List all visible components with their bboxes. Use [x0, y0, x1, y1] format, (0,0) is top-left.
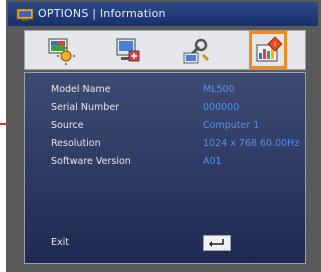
info-value: Computer 1 — [203, 120, 260, 131]
screen-setup-icon — [113, 35, 143, 65]
osd-window: OPTIONS | Information ! Model Name ML500… — [6, 0, 321, 272]
info-value: ML500 — [203, 84, 235, 95]
info-label: Software Version — [51, 156, 131, 167]
information-icon: ! — [253, 35, 283, 65]
info-panel: Model Name ML500 Serial Number 000000 So… — [24, 72, 306, 264]
info-label: Serial Number — [51, 102, 120, 113]
info-row-serial-number: Serial Number 000000 — [25, 100, 305, 116]
title-bar: OPTIONS | Information — [8, 2, 318, 26]
monitor-icon — [16, 7, 34, 21]
info-value: 000000 — [203, 102, 240, 113]
edge-marker — [0, 123, 8, 125]
info-label: Model Name — [51, 84, 111, 95]
tab-information[interactable]: ! — [249, 31, 287, 69]
exit-label: Exit — [51, 237, 69, 248]
tab-display[interactable] — [45, 35, 75, 65]
tab-settings[interactable] — [181, 35, 211, 65]
info-row-resolution: Resolution 1024 x 768 60.00Hz — [25, 136, 305, 152]
info-value: 1024 x 768 60.00Hz — [203, 138, 300, 149]
tab-screen[interactable] — [113, 35, 143, 65]
info-label: Resolution — [51, 138, 101, 149]
info-row-source: Source Computer 1 — [25, 118, 305, 134]
enter-key-icon — [204, 236, 230, 250]
display-adjust-icon — [45, 35, 75, 65]
info-row-software-version: Software Version A01 — [25, 154, 305, 170]
window-title: OPTIONS | Information — [38, 7, 166, 20]
exit-button[interactable] — [203, 235, 231, 251]
svg-text:!: ! — [274, 41, 277, 49]
info-row-model-name: Model Name ML500 — [25, 82, 305, 98]
info-value: A01 — [203, 156, 222, 167]
tab-bar: ! — [24, 30, 306, 70]
settings-tools-icon — [181, 35, 211, 65]
info-label: Source — [51, 120, 84, 131]
